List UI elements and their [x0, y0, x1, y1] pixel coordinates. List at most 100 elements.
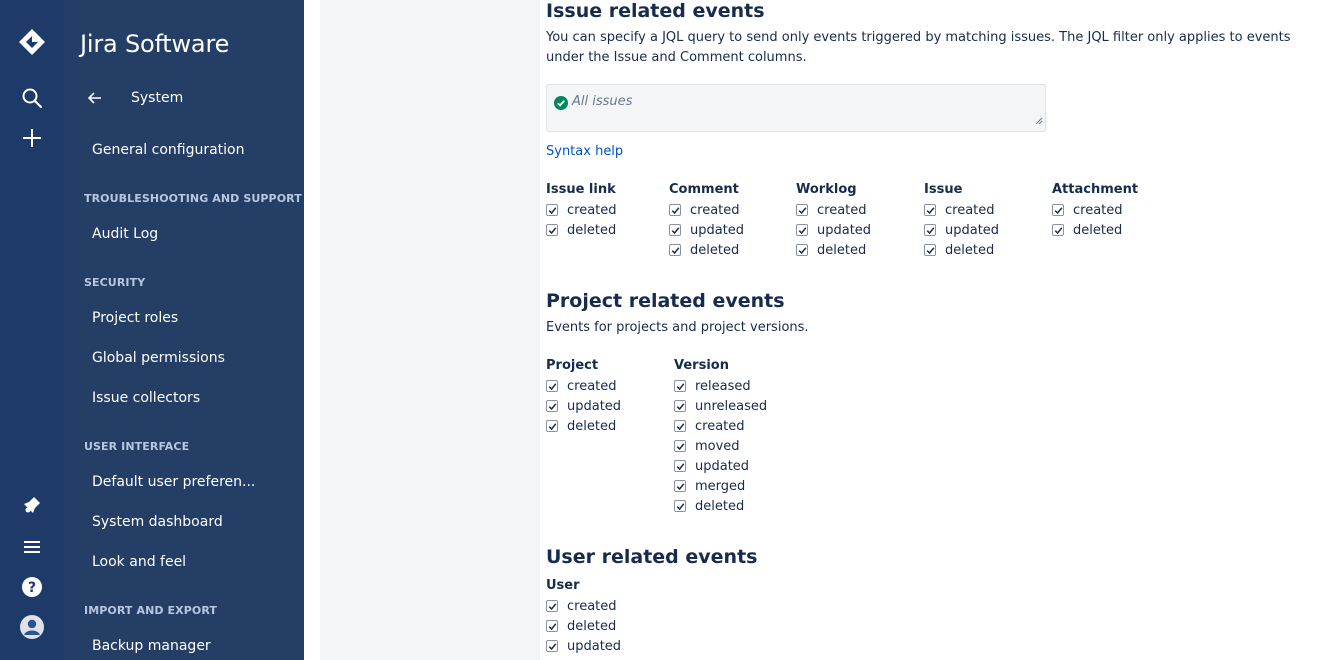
event-option-label: created — [817, 202, 867, 218]
resize-handle-icon[interactable] — [1035, 110, 1043, 129]
checkbox-checked-icon[interactable] — [669, 244, 681, 256]
event-option-label: created — [695, 418, 745, 434]
check-circle-icon — [554, 95, 568, 114]
checkbox-checked-icon[interactable] — [674, 460, 686, 472]
version-column: Version released unreleased created moved upd… — [674, 356, 767, 516]
event-option-label: merged — [695, 478, 746, 494]
checkbox-checked-icon[interactable] — [674, 480, 686, 492]
jql-filter-input[interactable]: All issues — [546, 84, 1046, 132]
checkbox-checked-icon[interactable] — [546, 380, 558, 392]
avatar-icon[interactable] — [12, 607, 52, 647]
checkbox-checked-icon[interactable] — [546, 224, 558, 236]
event-option[interactable]: created — [674, 416, 767, 436]
sidebar-item-project-roles[interactable]: Project roles — [92, 310, 178, 326]
sidebar-item-general-configuration[interactable]: General configuration — [92, 142, 245, 158]
event-option[interactable]: deleted — [546, 616, 621, 636]
event-option[interactable]: deleted — [546, 220, 617, 240]
sidebar-item-backup-manager[interactable]: Backup manager — [92, 638, 211, 654]
back-to-system-button[interactable]: System — [88, 86, 183, 110]
notifications-icon[interactable] — [12, 485, 52, 525]
event-option-label: created — [567, 378, 617, 394]
event-option[interactable]: created — [546, 376, 621, 396]
event-option[interactable]: created — [546, 596, 621, 616]
checkbox-checked-icon[interactable] — [674, 400, 686, 412]
checkbox-checked-icon[interactable] — [924, 244, 936, 256]
help-icon[interactable]: ? — [12, 567, 52, 607]
event-option[interactable]: moved — [674, 436, 767, 456]
checkbox-checked-icon[interactable] — [796, 224, 808, 236]
event-option[interactable]: deleted — [674, 496, 767, 516]
syntax-help-link[interactable]: Syntax help — [546, 144, 623, 159]
column-title: Project — [546, 358, 599, 373]
checkbox-checked-icon[interactable] — [546, 620, 558, 632]
event-option[interactable]: deleted — [924, 240, 999, 260]
checkbox-checked-icon[interactable] — [1052, 224, 1064, 236]
checkbox-checked-icon[interactable] — [674, 500, 686, 512]
jira-logo-icon[interactable] — [12, 22, 52, 62]
plus-icon[interactable] — [12, 118, 52, 158]
project-events-description: Events for projects and project versions… — [546, 320, 809, 335]
checkbox-checked-icon[interactable] — [674, 380, 686, 392]
event-option[interactable]: updated — [674, 456, 767, 476]
checkbox-checked-icon[interactable] — [546, 420, 558, 432]
checkbox-checked-icon[interactable] — [796, 204, 808, 216]
sidebar-section-user-interface: USER INTERFACE — [84, 440, 190, 453]
checkbox-checked-icon[interactable] — [674, 440, 686, 452]
sidebar-item-default-user-preferences[interactable]: Default user preferen... — [92, 474, 255, 490]
event-option-label: deleted — [567, 418, 617, 434]
checkbox-checked-icon[interactable] — [546, 400, 558, 412]
checkbox-checked-icon[interactable] — [1052, 204, 1064, 216]
sidebar-item-issue-collectors[interactable]: Issue collectors — [92, 390, 200, 406]
event-option-label: updated — [945, 222, 1000, 238]
event-option-label: created — [567, 598, 617, 614]
event-option-label: deleted — [695, 498, 745, 514]
event-option[interactable]: created — [669, 200, 744, 220]
sidebar-item-audit-log[interactable]: Audit Log — [92, 226, 158, 242]
event-option[interactable]: created — [796, 200, 871, 220]
event-option[interactable]: created — [924, 200, 999, 220]
checkbox-checked-icon[interactable] — [924, 204, 936, 216]
sidebar-section-security: SECURITY — [84, 276, 146, 289]
event-option[interactable]: updated — [669, 220, 744, 240]
issue-events-description: You can specify a JQL query to send only… — [546, 30, 1291, 65]
event-option[interactable]: deleted — [1052, 220, 1138, 240]
column-title: User — [546, 578, 580, 593]
arrow-left-icon — [88, 92, 104, 104]
checkbox-checked-icon[interactable] — [669, 224, 681, 236]
checkbox-checked-icon[interactable] — [924, 224, 936, 236]
sidebar-item-global-permissions[interactable]: Global permissions — [92, 350, 225, 366]
sidebar-item-look-and-feel[interactable]: Look and feel — [92, 554, 186, 570]
search-icon[interactable] — [12, 78, 52, 118]
event-option-label: deleted — [945, 242, 995, 258]
event-option-label: created — [945, 202, 995, 218]
column-title: Worklog — [796, 182, 857, 197]
menu-icon[interactable] — [12, 527, 52, 567]
event-option[interactable]: deleted — [669, 240, 744, 260]
column-title: Issue link — [546, 182, 616, 197]
event-option[interactable]: updated — [924, 220, 999, 240]
checkbox-checked-icon[interactable] — [669, 204, 681, 216]
checkbox-checked-icon[interactable] — [546, 600, 558, 612]
event-option[interactable]: created — [1052, 200, 1138, 220]
issue-column: Issue created updated deleted — [924, 180, 999, 260]
event-option[interactable]: updated — [796, 220, 871, 240]
event-option[interactable]: unreleased — [674, 396, 767, 416]
event-option[interactable]: updated — [546, 396, 621, 416]
sidebar-item-system-dashboard[interactable]: System dashboard — [92, 514, 223, 530]
event-option-label: deleted — [1073, 222, 1123, 238]
checkbox-checked-icon[interactable] — [546, 204, 558, 216]
event-option[interactable]: deleted — [796, 240, 871, 260]
jql-placeholder: All issues — [572, 94, 633, 109]
event-option[interactable]: updated — [546, 636, 621, 656]
product-title[interactable]: Jira Software — [80, 30, 229, 58]
issue-events-heading: Issue related events — [546, 0, 765, 22]
global-nav: ? — [0, 0, 64, 660]
checkbox-checked-icon[interactable] — [796, 244, 808, 256]
worklog-column: Worklog created updated deleted — [796, 180, 871, 260]
event-option[interactable]: deleted — [546, 416, 621, 436]
checkbox-checked-icon[interactable] — [674, 420, 686, 432]
event-option[interactable]: released — [674, 376, 767, 396]
event-option[interactable]: merged — [674, 476, 767, 496]
checkbox-checked-icon[interactable] — [546, 640, 558, 652]
event-option[interactable]: created — [546, 200, 617, 220]
